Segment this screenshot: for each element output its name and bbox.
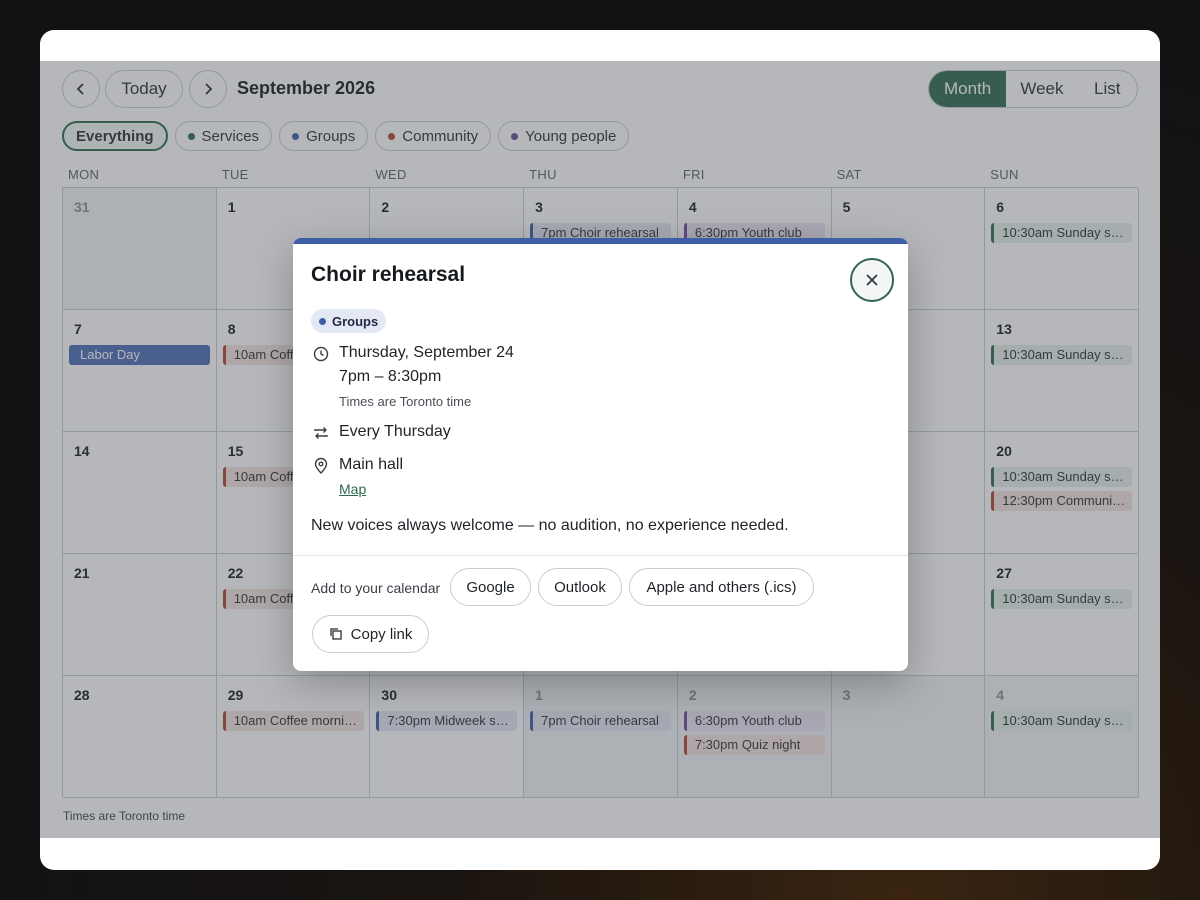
clock-icon xyxy=(313,346,329,362)
map-link[interactable]: Map xyxy=(339,481,366,497)
category-badge-label: Groups xyxy=(332,313,379,329)
copy-link-label: Copy link xyxy=(350,625,413,643)
add-outlook-button[interactable]: Outlook xyxy=(538,568,622,606)
event-location: Main hall xyxy=(339,456,404,473)
groups-dot-icon xyxy=(319,317,326,325)
category-badge: Groups xyxy=(311,309,387,333)
event-description: New voices always welcome — no audition,… xyxy=(311,517,789,534)
event-detail-dialog: Choir rehearsal Groups Thursday, Septemb… xyxy=(293,238,908,671)
add-google-button[interactable]: Google xyxy=(450,568,531,606)
category-accent-bar xyxy=(293,238,908,244)
event-date: Thursday, September 24 xyxy=(339,344,514,361)
event-time: 7pm – 8:30pm xyxy=(339,368,442,385)
location-pin-icon xyxy=(314,457,328,474)
copy-link-button[interactable]: Copy link xyxy=(312,615,429,653)
copy-icon xyxy=(329,628,342,640)
event-recurrence: Every Thursday xyxy=(339,423,451,440)
repeat-icon xyxy=(314,427,328,439)
divider xyxy=(293,555,908,556)
close-dialog-button[interactable] xyxy=(850,258,894,302)
close-icon xyxy=(866,274,878,286)
event-title: Choir rehearsal xyxy=(311,263,466,286)
add-to-calendar-label: Add to your calendar xyxy=(311,580,441,596)
download-ics-button[interactable]: Apple and others (.ics) xyxy=(629,568,814,606)
event-timezone-note: Times are Toronto time xyxy=(339,394,472,409)
